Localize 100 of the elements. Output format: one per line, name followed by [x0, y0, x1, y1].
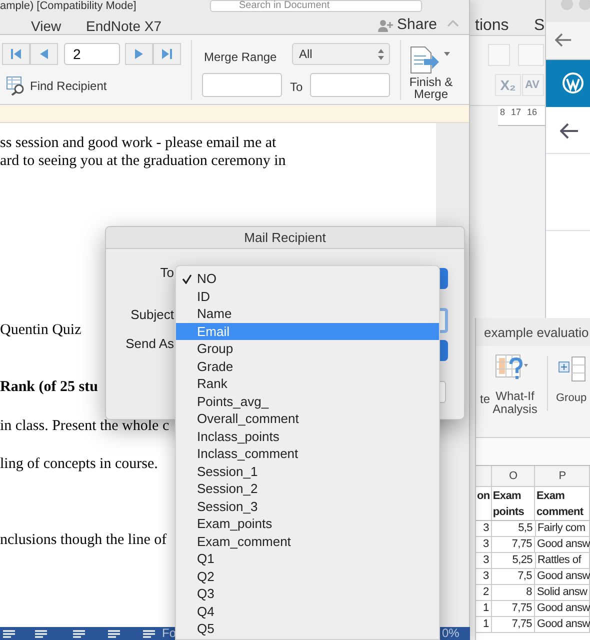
menu-item[interactable]: Grade	[176, 358, 439, 375]
field-label: Send As	[126, 335, 174, 353]
menu-item[interactable]: NO	[176, 270, 439, 288]
skip-to-start-icon	[10, 48, 22, 60]
range-from-field[interactable]	[202, 73, 282, 97]
search-field[interactable]: Search in Document	[210, 0, 422, 12]
field-label: Subject	[130, 306, 174, 324]
skip-to-end-icon	[161, 48, 173, 60]
menu-tab[interactable]: EndNote X7	[86, 16, 162, 37]
next-icon	[133, 48, 145, 60]
window-title: ample) [Compatibility Mode]	[0, 0, 136, 12]
table-cell: on	[476, 487, 492, 520]
view-icon[interactable]	[72, 630, 86, 640]
view-icon[interactable]	[34, 630, 48, 640]
menu-item[interactable]: Session_2	[176, 480, 439, 498]
table-cell: 1	[476, 617, 492, 632]
table-cell: 7,75	[492, 537, 535, 552]
menu-item[interactable]: Inclass_comment	[176, 445, 439, 462]
merge-range-select[interactable]: All	[292, 43, 390, 65]
wordpress-icon[interactable]	[562, 72, 584, 94]
back-icon[interactable]	[560, 123, 578, 139]
menu-item[interactable]: Inclass_points	[176, 428, 439, 445]
collapse-icon[interactable]	[447, 20, 459, 27]
column-header[interactable]: P	[535, 466, 590, 486]
ruler-number: 16	[527, 106, 538, 119]
menu-item[interactable]: Overall_comment	[176, 410, 439, 428]
table-cell: Fairly com	[536, 521, 590, 536]
ribbon-tab[interactable]: tions	[475, 14, 509, 38]
document-text: Quentin Quiz	[0, 321, 82, 339]
find-recipient-button[interactable]: Find Recipient	[6, 76, 107, 96]
table-cell: Good answ	[535, 537, 590, 552]
record-number-field[interactable]: 2	[64, 43, 120, 65]
menu-tab[interactable]: View	[31, 16, 62, 37]
table-cell: Good answ	[535, 601, 590, 616]
table-cell: 1	[476, 601, 492, 616]
share-button[interactable]: Share	[378, 14, 438, 36]
view-icon[interactable]	[107, 630, 121, 640]
table-cell: 3	[476, 521, 492, 536]
menu-item[interactable]: Q4	[176, 602, 439, 620]
table-cell: 7,75	[492, 601, 535, 616]
next-record-button[interactable]	[125, 43, 153, 65]
menu-item[interactable]: ID	[176, 288, 439, 305]
table-cell: 5,25	[492, 553, 536, 568]
to-label: To	[290, 79, 303, 96]
field-label: To	[160, 264, 174, 282]
menu-item[interactable]: Q3	[176, 585, 439, 602]
ribbon-tab[interactable]: S	[534, 14, 545, 38]
table-cell: 7,75	[492, 617, 535, 632]
check-icon	[182, 274, 192, 284]
menu-item[interactable]: Session_1	[176, 462, 439, 480]
group-button[interactable]: Group	[556, 390, 587, 406]
document-text: ard to seeing you at the graduation ceremony in	[0, 152, 286, 170]
menu-item[interactable]: Rank	[176, 375, 439, 392]
menu-item[interactable]: Group	[176, 340, 439, 358]
table-cell: Exam comment	[535, 487, 590, 520]
table-cell: 7,5	[492, 569, 535, 584]
group-icon[interactable]	[558, 356, 586, 382]
zoom-level: 0%	[442, 627, 460, 640]
what-if-analysis-button[interactable]: What-If Analysis	[490, 390, 540, 416]
first-record-button[interactable]	[2, 43, 30, 65]
finish-merge-button[interactable]: Finish & Merge	[405, 76, 457, 100]
menu-item[interactable]: Exam_comment	[176, 532, 439, 550]
document-text: ling of concepts in course.	[0, 455, 158, 473]
last-record-button[interactable]	[153, 43, 181, 65]
document-text: in class. Present the whole c	[0, 417, 170, 435]
menu-item[interactable]: Points_avg_	[176, 392, 439, 410]
table-cell: Rattles of	[536, 553, 590, 568]
menu-item[interactable]: Exam_points	[176, 515, 439, 532]
document-text: nclusions though the line of	[0, 531, 167, 549]
table-cell: 5,5	[492, 521, 536, 536]
ribbon-label: te	[480, 391, 490, 408]
document-text: Rank (of 25 stu	[0, 378, 98, 396]
document-arrow-icon[interactable]	[410, 44, 450, 74]
find-recipient-icon	[6, 76, 26, 96]
menu-item[interactable]: Name	[176, 305, 439, 322]
table-cell: Good answ	[535, 569, 590, 584]
table-cell: 8	[492, 585, 535, 600]
column-header[interactable]: O	[492, 466, 536, 486]
ruler-number: 8	[500, 106, 506, 119]
menu-item[interactable]: Q5	[176, 620, 439, 638]
table-cell: 3	[476, 569, 492, 584]
what-if-icon[interactable]	[495, 354, 529, 382]
back-icon[interactable]	[555, 33, 571, 47]
range-to-field[interactable]	[310, 73, 390, 97]
view-icon[interactable]	[2, 630, 16, 640]
previous-icon	[38, 48, 50, 60]
table-cell: Exam points	[492, 487, 536, 520]
menu-item[interactable]: Q2	[176, 568, 439, 585]
table-cell: 3	[476, 553, 492, 568]
previous-record-button[interactable]	[30, 43, 58, 65]
add-person-icon	[378, 18, 394, 32]
view-icon[interactable]	[142, 630, 156, 640]
table-cell: Solid answ	[535, 585, 590, 600]
table-cell: 2	[476, 585, 492, 600]
table-cell: Good answ	[535, 617, 590, 632]
menu-item[interactable]: Session_3	[176, 498, 439, 515]
merge-range-label: Merge Range	[204, 49, 277, 66]
ruler-number: 17	[511, 106, 522, 119]
dialog-title: Mail Recipient	[244, 228, 326, 247]
menu-item[interactable]: Q1	[176, 550, 439, 568]
